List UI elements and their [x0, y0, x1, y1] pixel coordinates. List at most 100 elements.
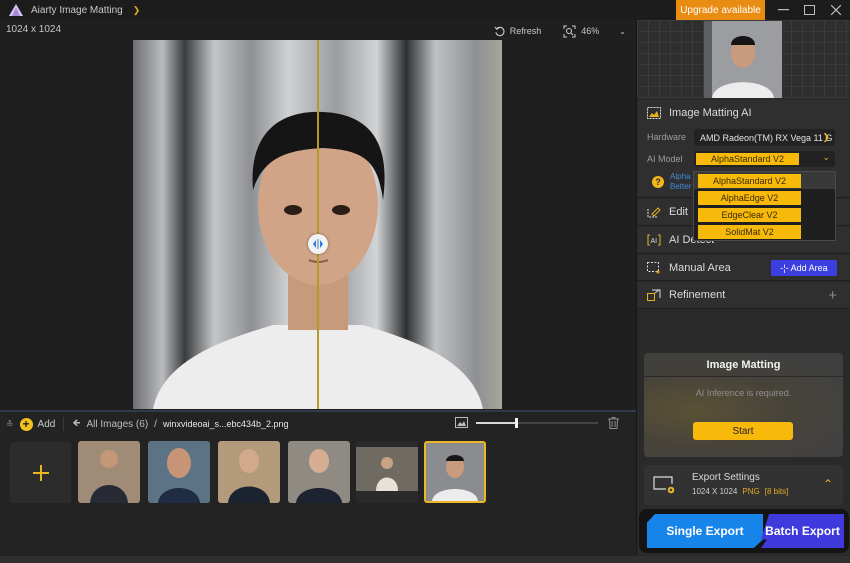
thumb-size-control [455, 417, 598, 428]
gallery-thumb[interactable] [356, 441, 418, 503]
export-settings-icon [653, 476, 675, 494]
export-resolution: 1024 X 1024 [692, 487, 738, 496]
zoom-dropdown-chevron-icon[interactable]: ⌄ [619, 27, 626, 36]
expand-plus-icon[interactable]: + [828, 287, 837, 304]
close-icon [831, 5, 841, 15]
compare-split-handle[interactable] [308, 234, 328, 254]
slider-thumb[interactable] [515, 417, 519, 428]
upgrade-button[interactable]: Upgrade available [676, 0, 765, 20]
svg-text:AI: AI [651, 238, 658, 245]
section-title: Image Matting AI [669, 107, 752, 119]
manual-area-icon [647, 262, 660, 274]
zoom-level: 46% [581, 26, 600, 36]
add-area-button[interactable]: -¦- Add Area [771, 260, 837, 276]
refresh-button[interactable]: Refresh [494, 26, 542, 37]
export-buttons: Single Export Batch Export [639, 509, 849, 553]
matting-card-message: AI Inference is required. [695, 388, 792, 398]
hardware-row: Hardware AMD Radeon(TM) RX Vega 11 G ❯ [637, 126, 850, 148]
edit-icon [647, 207, 661, 218]
refinement-label: Refinement [669, 289, 726, 301]
gallery-thumb-selected[interactable] [424, 441, 486, 503]
gallery-toolbar: ≛ + Add 🡸 All Images (6) / winxvideoai_s… [0, 410, 636, 436]
result-preview [637, 20, 850, 98]
model-option[interactable]: AlphaEdge V2 [698, 191, 801, 205]
trash-icon [608, 417, 619, 429]
thumb-image [148, 441, 210, 503]
image-gallery [0, 436, 636, 556]
preview-image [704, 21, 782, 98]
model-help-text[interactable]: Alpha Better [670, 172, 691, 192]
close-button[interactable] [822, 0, 850, 20]
ai-model-value: AlphaStandard V2 [696, 153, 799, 165]
chevron-double-up-icon[interactable]: ⌃ [823, 477, 833, 491]
hardware-value: AMD Radeon(TM) RX Vega 11 G [700, 132, 833, 143]
preview-portrait [704, 21, 782, 98]
image-canvas[interactable]: 1024 x 1024 Refresh 46% ⌄ [0, 20, 636, 410]
thumb-image [288, 441, 350, 503]
ai-matting-icon [647, 107, 661, 119]
zoom-control[interactable]: 46% [563, 25, 599, 38]
canvas-toolbar: Refresh 46% ⌄ [494, 22, 626, 40]
export-settings-title: Export Settings [692, 472, 760, 483]
ai-model-label: AI Model [647, 154, 683, 164]
delete-button[interactable] [608, 417, 619, 432]
status-bar [0, 556, 850, 563]
breadcrumb-all-images[interactable]: All Images (6) [86, 419, 148, 430]
hardware-select[interactable]: AMD Radeon(TM) RX Vega 11 G ❯ [694, 129, 835, 146]
crosshair-icon: -¦- [780, 263, 789, 273]
manual-area-label: Manual Area [669, 262, 731, 274]
model-option[interactable]: AlphaStandard V2 [698, 174, 801, 188]
thumb-image [426, 443, 484, 501]
ai-model-row: AI Model AlphaStandard V2 ⌄ [637, 148, 850, 170]
app-menu-chevron-icon[interactable]: ❯ [133, 5, 141, 16]
ai-model-dropdown: AlphaStandard V2 AlphaEdge V2 EdgeClear … [693, 171, 836, 241]
export-bits: [8 bits] [764, 487, 789, 496]
ai-detect-icon: AI [647, 234, 661, 246]
add-image-tile[interactable] [10, 442, 71, 503]
ai-model-select[interactable]: AlphaStandard V2 ⌄ [694, 151, 835, 167]
thumb-size-slider[interactable] [476, 417, 598, 428]
back-arrow-icon[interactable]: 🡸 [72, 416, 80, 433]
refresh-icon [494, 26, 505, 36]
gallery-thumb[interactable] [218, 441, 280, 503]
compare-divider[interactable] [317, 40, 319, 409]
help-line-2: Better [670, 182, 692, 191]
breadcrumb: 🡸 All Images (6) / winxvideoai_s...ebc43… [72, 416, 288, 433]
add-icon: + [19, 417, 33, 431]
refresh-label: Refresh [509, 26, 542, 36]
export-settings[interactable]: Export Settings 1024 X 1024 PNG [8 bits]… [644, 465, 843, 505]
right-panel: Image Matting AI Hardware AMD Radeon(TM)… [636, 20, 850, 556]
zoom-fit-icon [563, 25, 576, 37]
add-area-label: Add Area [790, 263, 828, 273]
batch-export-button[interactable]: Batch Export [761, 514, 844, 548]
export-format: PNG [742, 487, 760, 496]
start-button[interactable]: Start [693, 422, 793, 440]
collapse-gallery-icon[interactable]: ≛ [6, 419, 14, 430]
thumb-image [78, 441, 140, 503]
image-dimensions: 1024 x 1024 [6, 24, 62, 35]
help-icon[interactable]: ? [652, 176, 664, 188]
slider-fill [476, 421, 517, 424]
manual-area-section: Manual Area -¦- Add Area [637, 255, 850, 281]
plus-icon [32, 464, 49, 481]
gallery-thumb[interactable] [78, 441, 140, 503]
model-option[interactable]: EdgeClear V2 [698, 208, 801, 222]
maximize-button[interactable] [795, 0, 823, 20]
chevron-down-icon: ❯ [822, 132, 830, 142]
help-line-1: Alpha [670, 172, 691, 181]
minimize-icon [777, 9, 789, 11]
gallery-thumb[interactable] [148, 441, 210, 503]
image-matting-card: Image Matting AI Inference is required. … [644, 353, 843, 457]
refinement-section[interactable]: Refinement + [637, 282, 850, 309]
minimize-button[interactable] [769, 0, 797, 20]
breadcrumb-current-file: winxvideoai_s...ebc434b_2.png [162, 419, 289, 429]
single-export-button[interactable]: Single Export [647, 514, 763, 548]
hardware-label: Hardware [647, 132, 687, 142]
image-size-icon [455, 417, 468, 428]
add-images-button[interactable]: + Add [19, 417, 55, 431]
model-option[interactable]: SolidMat V2 [698, 225, 801, 239]
gallery-thumb[interactable] [288, 441, 350, 503]
app-window: Aiarty Image Matting ❯ Upgrade available… [0, 0, 850, 563]
thumb-image [218, 441, 280, 503]
split-arrows-icon [313, 239, 323, 249]
